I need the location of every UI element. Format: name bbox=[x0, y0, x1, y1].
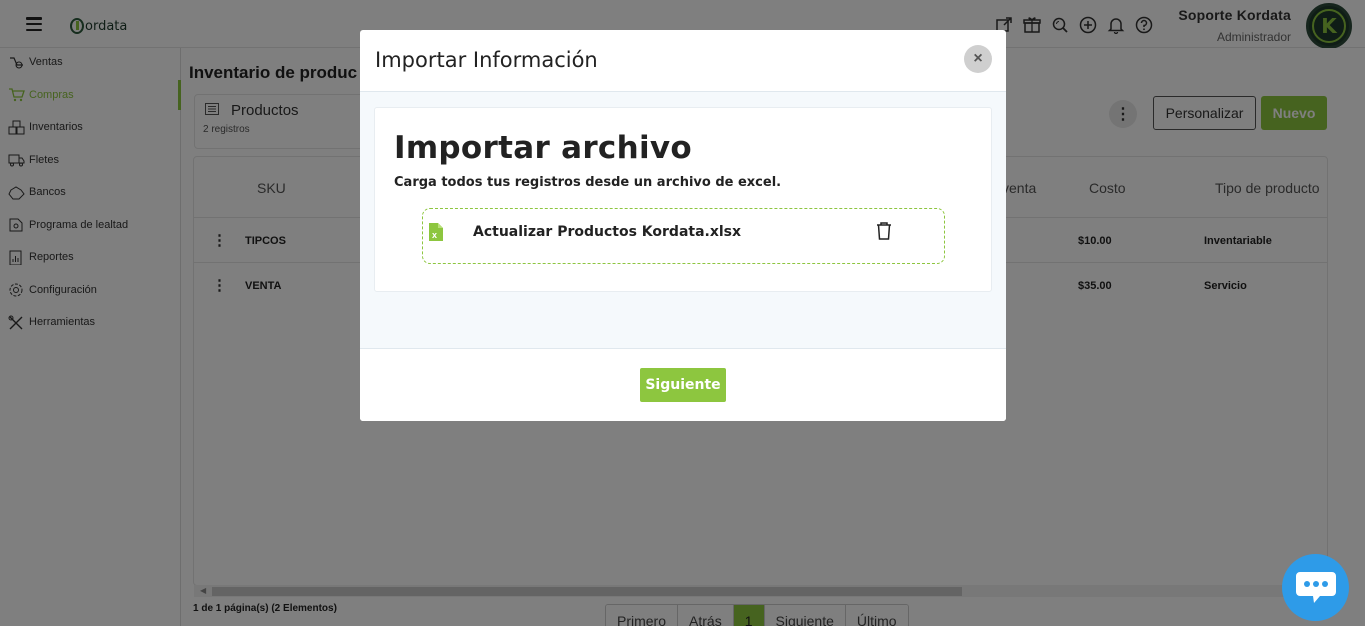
chat-icon bbox=[1295, 571, 1336, 603]
import-modal: Importar Información × Importar archivo … bbox=[360, 30, 1006, 421]
modal-header: Importar Información × bbox=[360, 30, 1006, 92]
excel-file-icon: x bbox=[429, 223, 443, 241]
close-icon[interactable]: × bbox=[964, 45, 992, 73]
import-card: Importar archivo Carga todos tus registr… bbox=[374, 107, 992, 292]
trash-icon[interactable] bbox=[875, 221, 893, 241]
chat-button[interactable] bbox=[1282, 554, 1349, 621]
modal-body: Importar archivo Carga todos tus registr… bbox=[360, 92, 1006, 349]
file-name: Actualizar Productos Kordata.xlsx bbox=[473, 224, 742, 240]
modal-title: Importar Información bbox=[375, 48, 598, 72]
import-heading: Importar archivo bbox=[394, 130, 693, 166]
import-subtitle: Carga todos tus registros desde un archi… bbox=[394, 175, 782, 190]
next-button[interactable]: Siguiente bbox=[640, 368, 726, 402]
svg-text:x: x bbox=[432, 230, 437, 240]
modal-footer: Siguiente bbox=[360, 349, 1006, 421]
uploaded-file: x Actualizar Productos Kordata.xlsx bbox=[422, 208, 945, 264]
